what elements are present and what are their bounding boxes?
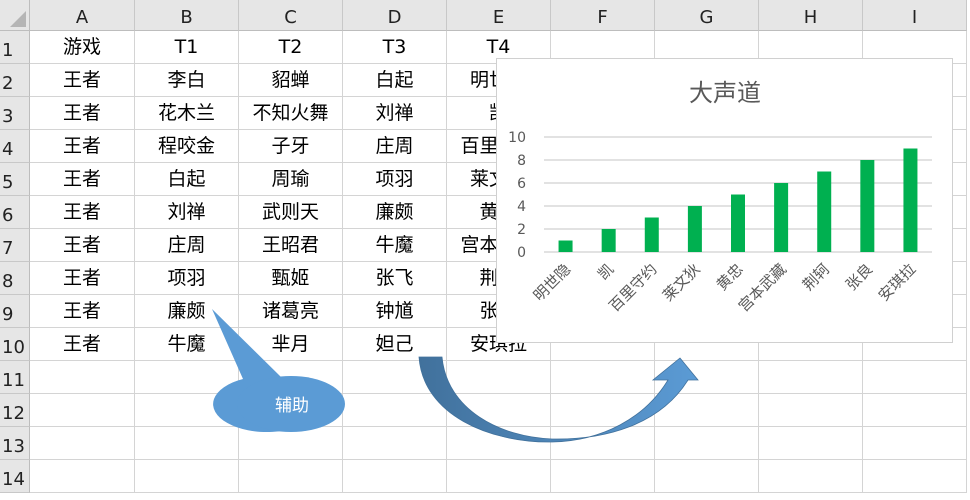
shapes-layer xyxy=(212,309,699,443)
callout-label: 辅助 xyxy=(275,396,309,416)
curved-arrow[interactable] xyxy=(418,356,699,443)
